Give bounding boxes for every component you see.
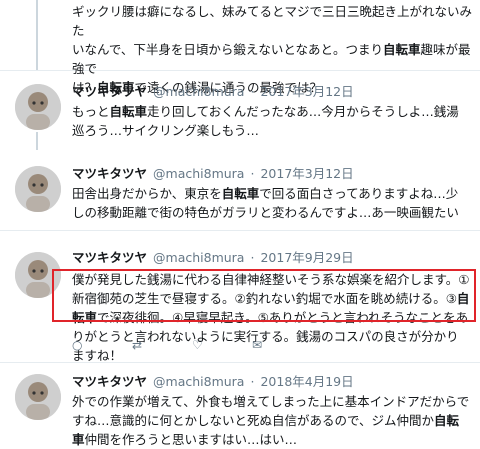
separator: ·: [250, 84, 255, 99]
tweet-text: もっと自転車走り回しておくんだったなあ…今月からそうしよ…銭湯巡ろう…サイクリン…: [72, 104, 459, 138]
tweet-header: マツキタツヤ @machi8mura · 2017年3月12日: [72, 84, 354, 100]
handle[interactable]: @machi8mura: [153, 84, 244, 99]
tweet-header: マツキタツヤ @machi8mura · 2018年4月19日: [72, 374, 354, 390]
thread-line: [36, 0, 38, 70]
display-name[interactable]: マツキタツヤ: [72, 166, 147, 181]
tweet-actions: ○ ⇄ ♡ ✉: [72, 338, 312, 352]
tweet-date[interactable]: 2018年4月19日: [260, 374, 353, 389]
tweet-header: マツキタツヤ @machi8mura · 2017年9月29日: [72, 250, 354, 266]
thread-line: [36, 132, 38, 150]
tweet-date[interactable]: 2017年3月12日: [260, 166, 353, 181]
highlight-box: [52, 269, 476, 322]
tweet-date[interactable]: 2017年3月12日: [260, 84, 353, 99]
display-name[interactable]: マツキタツヤ: [72, 84, 147, 99]
reply-icon[interactable]: ○: [72, 338, 132, 352]
tweet[interactable]: マツキタツヤ @machi8mura · 2017年3月12日 もっと自転車走り回して…: [0, 72, 480, 150]
tweet[interactable]: マツキタツヤ @machi8mura · 2017年3月12日 田舎出身だからか、東京…: [0, 150, 480, 231]
handle[interactable]: @machi8mura: [153, 374, 244, 389]
tweet-feed: ギックリ腰は癖になるし、妹みてるとマジで三日三晩起き上がれないみた いなんで、下…: [0, 0, 480, 447]
avatar[interactable]: [15, 374, 61, 420]
separator: ·: [250, 166, 255, 181]
tweet-text: 田舎出身だからか、東京を自転車で回る面白さってありますよね…少しの移動距離で街の…: [72, 186, 459, 220]
tweet-date[interactable]: 2017年9月29日: [260, 250, 353, 265]
tweet-text: 外での作業が増えて、外食も増えてしまった上に基本インドアだからですね…意識的に何…: [72, 394, 470, 447]
handle[interactable]: @machi8mura: [153, 250, 244, 265]
retweet-icon[interactable]: ⇄: [132, 338, 192, 352]
display-name[interactable]: マツキタツヤ: [72, 374, 147, 389]
like-icon[interactable]: ♡: [192, 338, 252, 352]
tweet[interactable]: マツキタツヤ @machi8mura · 2018年4月19日 外での作業が増えて、外…: [0, 364, 480, 447]
display-name[interactable]: マツキタツヤ: [72, 250, 147, 265]
avatar[interactable]: [15, 166, 61, 212]
separator: ·: [250, 250, 255, 265]
avatar[interactable]: [15, 84, 61, 130]
tweet-header: マツキタツヤ @machi8mura · 2017年3月12日: [72, 166, 354, 182]
dm-icon[interactable]: ✉: [252, 338, 312, 352]
separator: ·: [250, 374, 255, 389]
handle[interactable]: @machi8mura: [153, 166, 244, 181]
tweet-continued[interactable]: ギックリ腰は癖になるし、妹みてるとマジで三日三晩起き上がれないみた いなんで、下…: [0, 0, 480, 95]
